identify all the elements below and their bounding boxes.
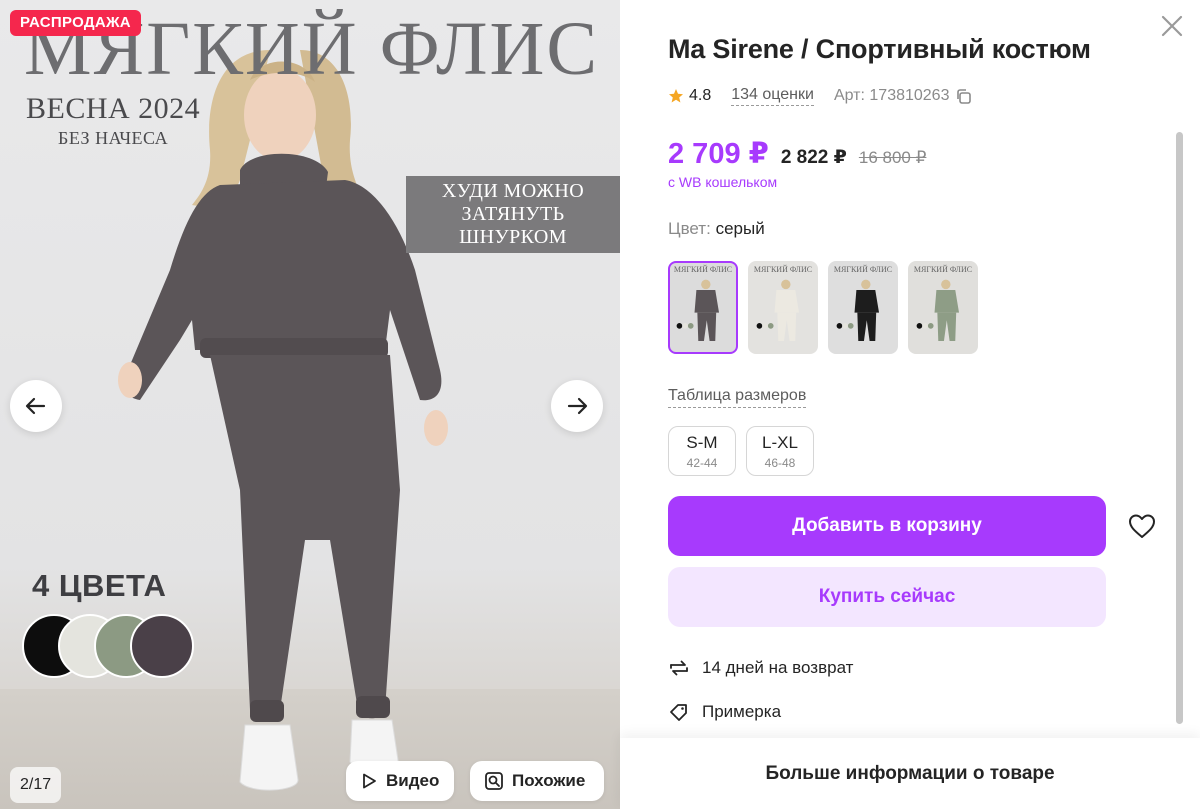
thumbnail-model-image — [676, 279, 720, 341]
wallet-note: с WB кошельком — [668, 174, 778, 190]
size-table-link[interactable]: Таблица размеров — [668, 387, 807, 408]
gallery-next-button[interactable] — [551, 380, 603, 432]
promo-subtitle: БЕЗ НАЧЕСА — [58, 128, 169, 148]
promo-hoodie-note: ХУДИ МОЖНО ЗАТЯНУТЬ ШНУРКОМ — [406, 176, 620, 253]
article-text: Арт: 173810263 — [833, 87, 950, 104]
thumbnail-olive[interactable]: МЯГКИЙ ФЛИС — [908, 261, 978, 354]
gallery-prev-button[interactable] — [10, 380, 62, 432]
promo-hoodie-line2: ЗАТЯНУТЬ ШНУРКОМ — [459, 203, 567, 248]
return-policy-text: 14 дней на возврат — [702, 658, 854, 677]
close-icon — [1161, 15, 1183, 37]
sale-badge: РАСПРОДАЖА — [10, 10, 141, 36]
thumbnail-model-image — [916, 279, 960, 341]
star-icon — [669, 89, 683, 103]
add-to-cart-button[interactable]: Добавить в корзину — [668, 496, 1106, 556]
copy-icon[interactable] — [955, 88, 972, 105]
thumbnail-model-image — [756, 279, 800, 341]
thumbnail-model-image — [836, 279, 880, 341]
price-regular: 2 822 ₽ — [780, 147, 847, 168]
size-range: 42-44 — [686, 455, 718, 470]
size-options: S-M 42-44 L-XL 46-48 — [668, 426, 814, 476]
thumbnail-gray[interactable]: МЯГКИЙ ФЛИС — [668, 261, 738, 354]
size-option-l-xl[interactable]: L-XL 46-48 — [746, 426, 814, 476]
return-arrows-icon — [670, 660, 688, 676]
image-counter: 2/17 — [10, 767, 62, 803]
similar-button[interactable]: Похожие — [470, 761, 604, 801]
bottom-bar: Больше информации о товаре — [620, 738, 1200, 809]
thumbnail-black[interactable]: МЯГКИЙ ФЛИС — [828, 261, 898, 354]
price-wallet: 2 709 ₽ — [668, 138, 769, 170]
size-label: L-XL — [762, 432, 798, 452]
color-label: Цвет: — [668, 219, 711, 238]
buy-now-button[interactable]: Купить сейчас — [668, 567, 1106, 627]
size-label: S-M — [686, 432, 718, 452]
fitting-text: Примерка — [702, 702, 782, 721]
reviews-link[interactable]: 134 оценки — [731, 86, 814, 106]
video-button[interactable]: Видео — [346, 761, 454, 801]
product-quick-view: РАСПРОДАЖА МЯГКИЙ ФЛИС ВЕСНА 2024 БЕЗ НА… — [0, 0, 1200, 809]
thumbnail-milk[interactable]: МЯГКИЙ ФЛИС — [748, 261, 818, 354]
color-selection-label: Цвет: серый — [668, 219, 765, 239]
video-button-label: Видео — [386, 771, 440, 790]
price-row: 2 709 ₽ 2 822 ₽ 16 800 ₽ — [668, 136, 926, 171]
promo-hoodie-line1: ХУДИ МОЖНО — [441, 180, 585, 202]
price-old: 16 800 ₽ — [858, 148, 927, 167]
size-option-s-m[interactable]: S-M 42-44 — [668, 426, 736, 476]
more-info-link[interactable]: Больше информации о товаре — [765, 763, 1054, 785]
colors-count-title: 4 ЦВЕТА — [32, 568, 167, 603]
rating-value: 4.8 — [689, 87, 712, 104]
product-meta: 4.8 134 оценки Арт: 173810263 — [668, 86, 972, 106]
panel-scrollbar[interactable] — [1176, 132, 1183, 724]
similar-button-label: Похожие — [512, 771, 586, 790]
play-icon — [363, 773, 376, 789]
product-gallery[interactable]: РАСПРОДАЖА МЯГКИЙ ФЛИС ВЕСНА 2024 БЕЗ НА… — [0, 0, 620, 809]
product-title: Ma Sirene / Спортивный костюм — [668, 34, 1091, 64]
close-button[interactable] — [1158, 12, 1186, 40]
heart-icon — [1129, 514, 1155, 538]
arrow-left-icon — [25, 397, 46, 415]
image-search-icon — [485, 772, 503, 790]
arrow-right-icon — [567, 397, 588, 415]
color-value: серый — [715, 219, 765, 238]
product-info-panel: Ma Sirene / Спортивный костюм 4.8 134 оц… — [620, 0, 1200, 809]
tag-icon — [670, 704, 687, 721]
return-policy: 14 дней на возврат — [668, 657, 853, 679]
favorite-button[interactable] — [1125, 509, 1159, 543]
swatch-graphite — [130, 614, 194, 678]
article-number: Арт: 173810263 — [834, 87, 973, 105]
color-thumbnails: МЯГКИЙ ФЛИС МЯГКИЙ ФЛИС МЯГКИЙ ФЛИС МЯГК… — [668, 261, 978, 354]
promo-season: ВЕСНА 2024 — [26, 92, 201, 125]
fitting-option: Примерка — [668, 701, 781, 723]
size-range: 46-48 — [764, 455, 796, 470]
rating: 4.8 — [668, 87, 711, 105]
